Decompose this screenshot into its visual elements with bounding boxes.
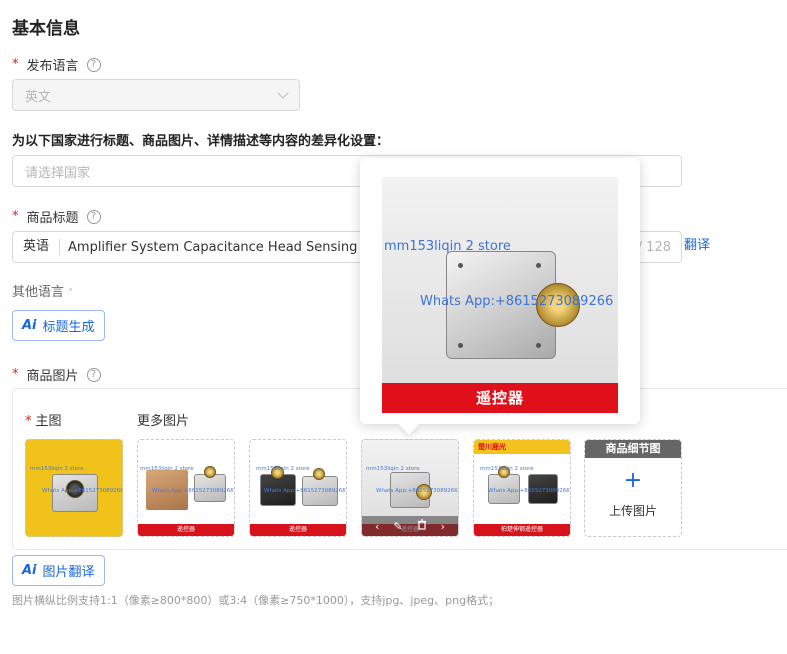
- more-images-label: 更多图片: [137, 414, 190, 429]
- product-images-label: * 商品图片 ?: [12, 365, 101, 384]
- thumb-header-text: 楚川鹿光: [478, 443, 506, 451]
- product-title-label-text: 商品标题: [26, 211, 79, 226]
- preview-banner: 遥控器: [382, 383, 618, 413]
- thumb-banner: 遥控器: [250, 524, 346, 536]
- image-thumbnail-hovered[interactable]: mm153liqin 2 store Whats App:+8615273089…: [361, 439, 459, 537]
- watermark-text: Whats App:+8615273089266: [264, 488, 346, 494]
- ai-title-generate-button[interactable]: Ai 标题生成: [12, 310, 105, 341]
- ai-title-generate-label: 标题生成: [42, 320, 95, 335]
- other-languages-label: 其他语言: [12, 285, 65, 300]
- required-mark: *: [25, 414, 32, 429]
- help-icon[interactable]: ?: [86, 367, 101, 382]
- watermark-text: Whats App:+8615273089266: [152, 488, 234, 494]
- publish-language-label-text: 发布语言: [26, 59, 79, 74]
- help-icon[interactable]: ?: [86, 209, 101, 224]
- help-icon[interactable]: ?: [86, 57, 101, 72]
- required-mark: *: [12, 367, 19, 382]
- watermark-text: Whats App:+8615273089266: [376, 488, 458, 494]
- ai-icon: Ai: [22, 563, 37, 578]
- connector-shape: [313, 468, 325, 480]
- watermark-text: Whats App:+8615273089266: [42, 488, 123, 494]
- title-language-prefix: 英语: [13, 239, 61, 255]
- other-languages-toggle[interactable]: 其他语言 ˅: [12, 281, 73, 300]
- thumb-banner: 柏楚伸钢遥控器: [474, 524, 570, 536]
- image-preview: mm153liqin 2 store Whats App:+8615273089…: [382, 177, 618, 413]
- title-char-counter: / 128: [637, 239, 671, 255]
- chevron-down-icon: [277, 87, 289, 99]
- section-title: 基本信息: [12, 19, 80, 39]
- main-image-label: * 主图: [25, 410, 62, 429]
- chevron-left-icon[interactable]: ‹: [375, 520, 379, 533]
- main-image-label-text: 主图: [35, 414, 62, 429]
- publish-language-label: * 发布语言 ?: [12, 55, 101, 74]
- connector-shape: [204, 466, 216, 478]
- watermark-text: mm153liqin 2 store: [256, 466, 310, 472]
- chevron-right-icon[interactable]: ›: [441, 520, 445, 533]
- image-action-toolbar: ‹ ✎ ›: [362, 516, 458, 536]
- country-setting-label: 为以下国家进行标题、商品图片、详情描述等内容的差异化设置：: [12, 134, 390, 149]
- ai-image-translate-button[interactable]: Ai 图片翻译: [12, 555, 105, 586]
- required-mark: *: [12, 209, 19, 224]
- bolt-shape: [536, 263, 541, 268]
- bolt-shape: [536, 343, 541, 348]
- bolt-shape: [458, 343, 463, 348]
- detail-image-upload-tile[interactable]: 商品细节图 + 上传图片: [584, 439, 682, 537]
- watermark-text: mm153liqin 2 store: [30, 466, 84, 472]
- watermark-text: mm153liqin 2 store: [140, 466, 194, 472]
- edit-icon[interactable]: ✎: [393, 520, 402, 533]
- required-mark: *: [12, 57, 19, 72]
- product-title-label: * 商品标题 ?: [12, 207, 101, 226]
- preview-watermark-phone: Whats App:+8615273089266: [420, 294, 614, 309]
- chevron-down-icon: ˅: [68, 288, 74, 299]
- ai-icon: Ai: [22, 318, 37, 333]
- watermark-text: mm153liqin 2 store: [480, 466, 534, 472]
- bolt-shape: [458, 263, 463, 268]
- main-image-thumbnail[interactable]: mm153liqin 2 store Whats App:+8615273089…: [25, 439, 123, 537]
- image-thumbnail[interactable]: 楚川鹿光 mm153liqin 2 store Whats App:+86152…: [473, 439, 571, 537]
- thumb-header: 楚川鹿光: [474, 440, 570, 454]
- translate-link[interactable]: 翻译: [684, 234, 710, 253]
- country-placeholder: 请选择国家: [25, 165, 91, 181]
- upload-image-label: 上传图片: [608, 504, 657, 518]
- preview-watermark-store: mm153liqin 2 store: [384, 239, 511, 254]
- publish-language-select[interactable]: 英文: [12, 79, 300, 111]
- image-thumbnail[interactable]: mm153liqin 2 store Whats App:+8615273089…: [249, 439, 347, 537]
- image-format-hint: 图片横纵比例支持1:1（像素≥800*800）或3:4（像素≥750*1000）…: [12, 594, 500, 607]
- ai-image-translate-label: 图片翻译: [42, 565, 95, 580]
- publish-language-value: 英文: [25, 89, 52, 105]
- detail-tile-header: 商品细节图: [585, 440, 681, 458]
- watermark-text: mm153liqin 2 store: [366, 466, 420, 472]
- trash-icon[interactable]: [417, 519, 427, 533]
- plus-icon: +: [623, 468, 643, 493]
- product-images-label-text: 商品图片: [26, 369, 79, 384]
- watermark-text: Whats App:+8615273089266: [488, 488, 570, 494]
- image-thumbnail[interactable]: mm153liqin 2 store Whats App:+8615273089…: [137, 439, 235, 537]
- thumb-banner: 遥控器: [138, 524, 234, 536]
